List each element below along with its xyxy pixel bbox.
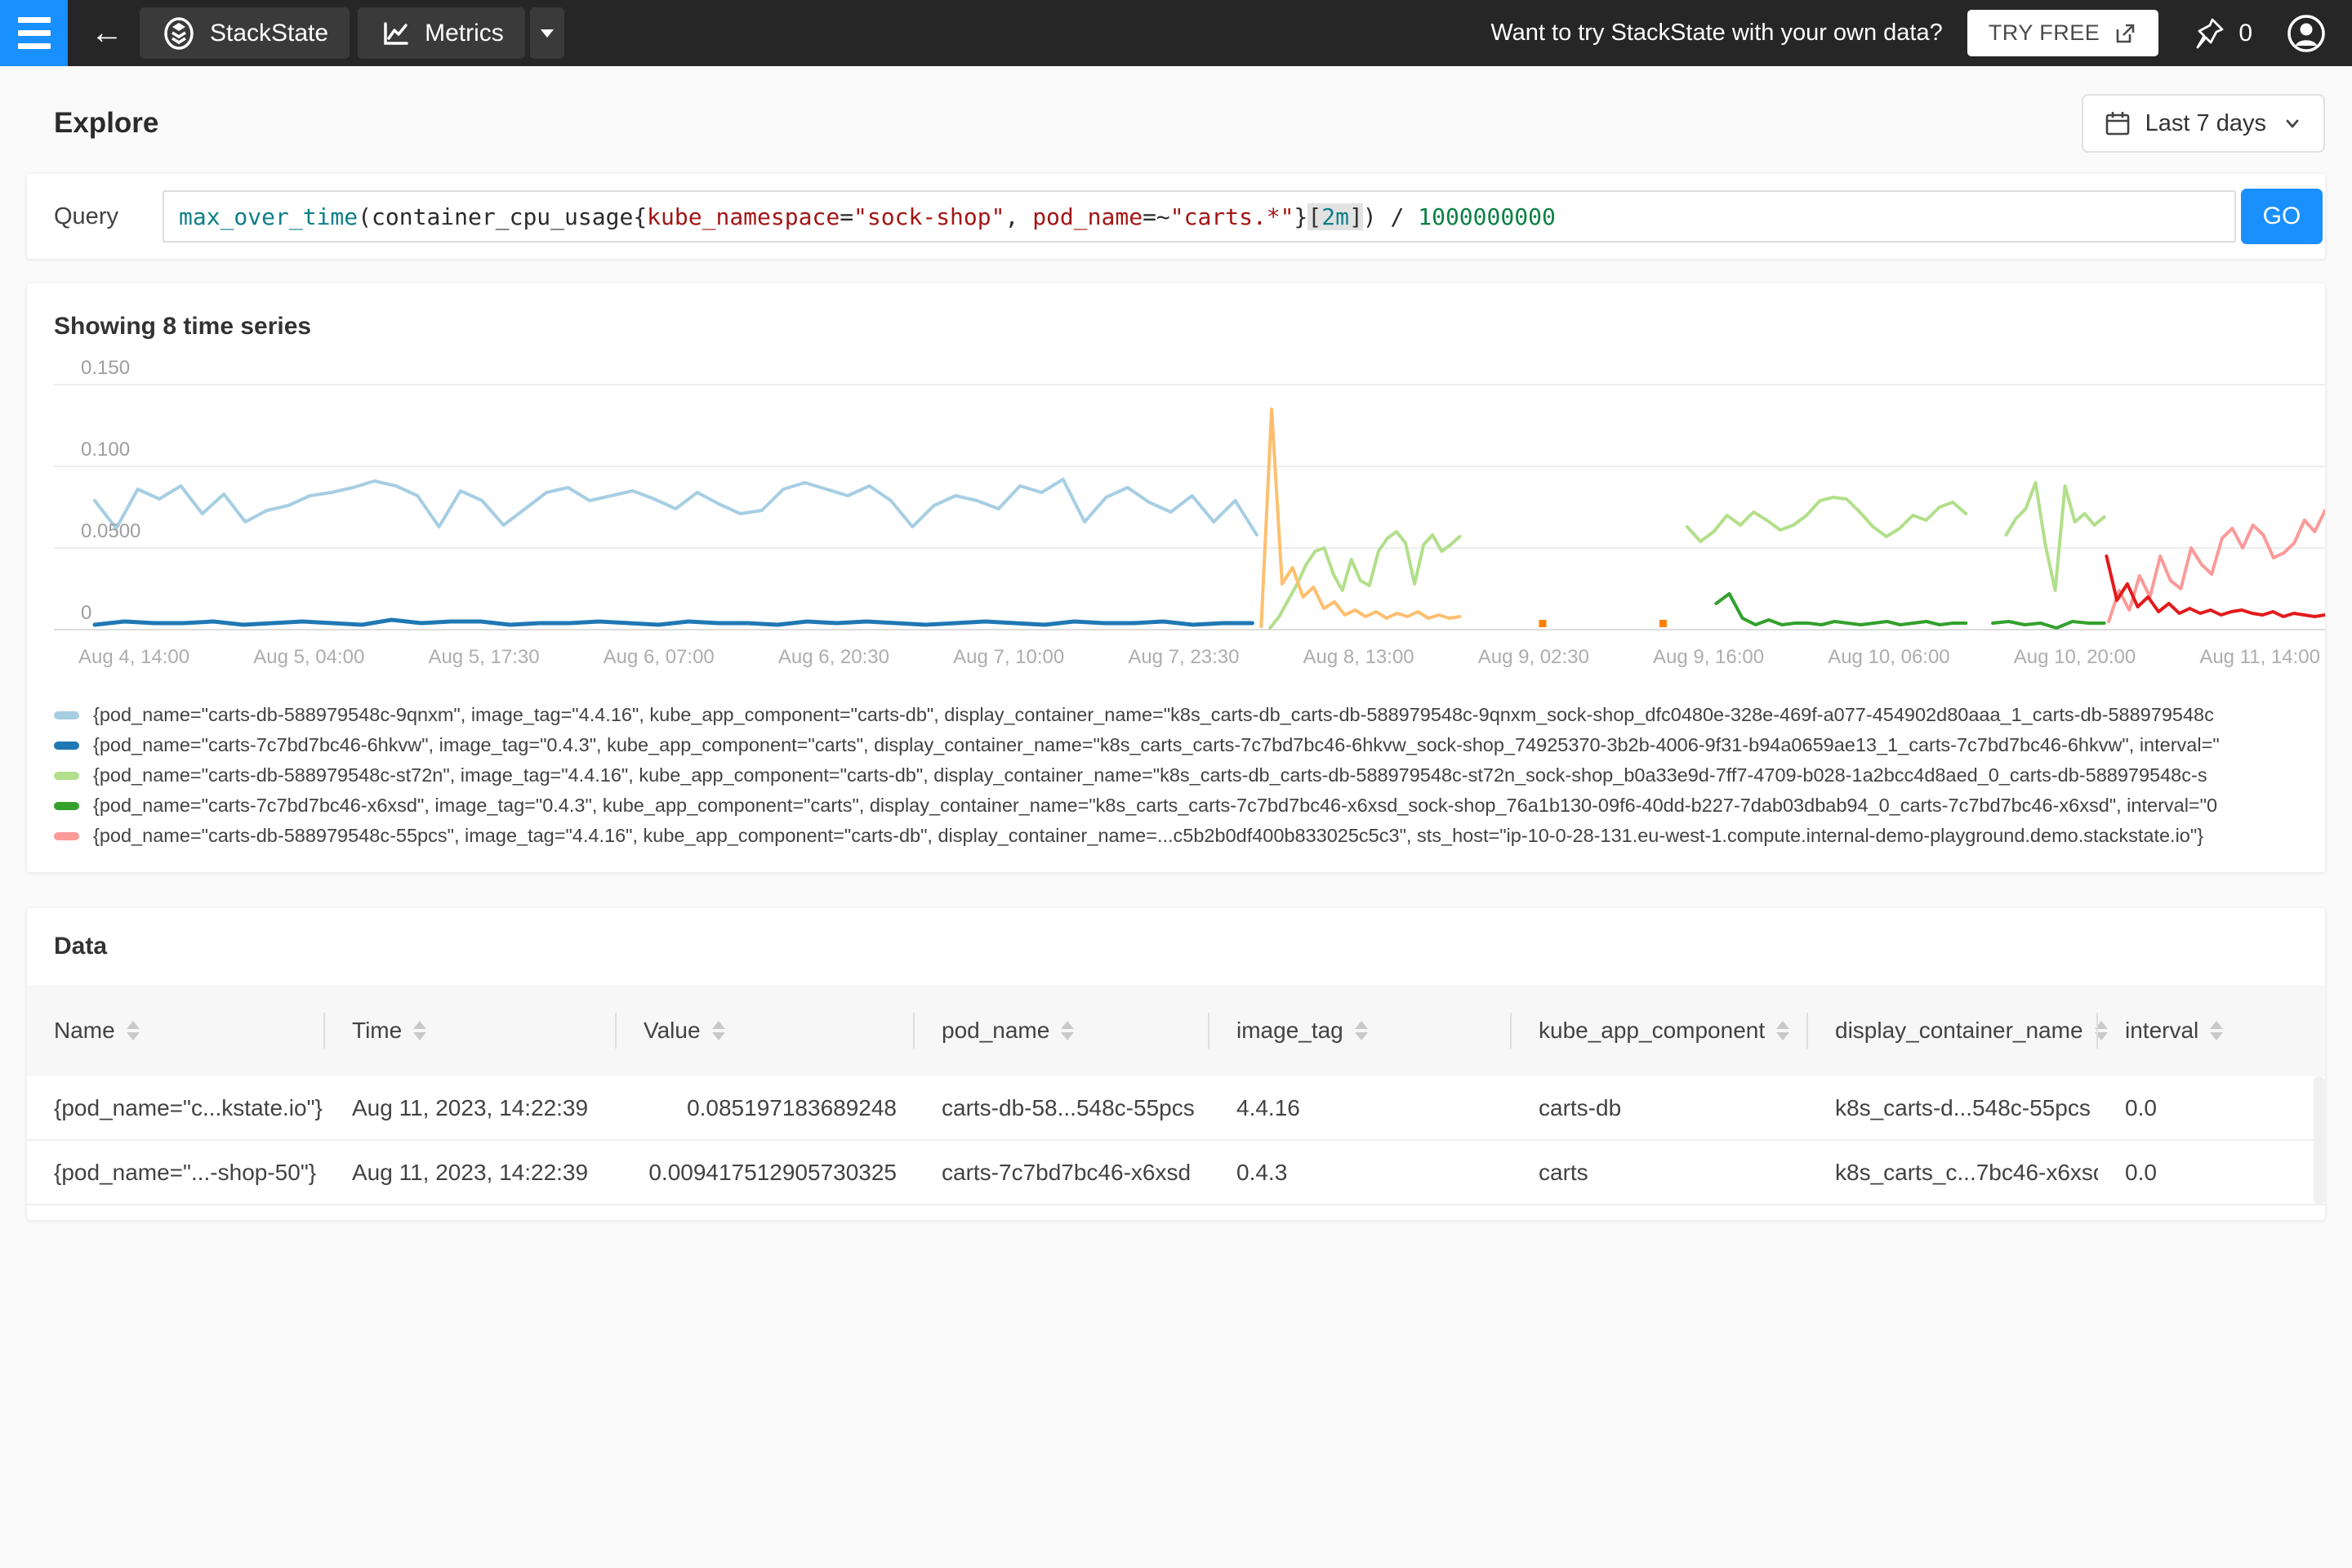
back-arrow-icon: ← (91, 15, 123, 51)
x-axis: Aug 4, 14:00 Aug 5, 04:00 Aug 5, 17:30 A… (54, 646, 2325, 669)
x-axis-tick: Aug 5, 17:30 (428, 646, 540, 668)
top-navbar: ← StackState Metrics Want to try StackSt… (0, 0, 2352, 66)
x-axis-tick: Aug 10, 20:00 (2013, 646, 2136, 668)
external-link-icon (2117, 24, 2135, 42)
legend-label: {pod_name="carts-db-588979548c-55pcs", i… (93, 825, 2204, 846)
y-axis-tick: 0.100 (81, 439, 131, 461)
column-header-time[interactable]: Time (325, 985, 617, 1076)
table-header-row: Name Time Value pod_name image_tag kube_… (27, 985, 2325, 1076)
user-menu-button[interactable] (2285, 12, 2328, 55)
sort-icon[interactable] (126, 1021, 140, 1040)
legend-label: {pod_name="carts-7c7bd7bc46-x6xsd", imag… (93, 795, 2218, 816)
sort-icon[interactable] (1354, 1021, 1368, 1040)
avatar-icon (2287, 14, 2325, 52)
sort-icon[interactable] (711, 1021, 725, 1040)
stackstate-logo-icon (164, 16, 194, 50)
legend-swatch (54, 831, 79, 840)
x-axis-tick: Aug 9, 16:00 (1652, 646, 1765, 668)
promo-text: Want to try StackState with your own dat… (1490, 20, 1943, 46)
pin-icon (2196, 18, 2224, 48)
promql-query-input[interactable]: max_over_time(container_cpu_usage{kube_n… (163, 190, 2236, 243)
x-axis-tick: Aug 6, 20:30 (777, 646, 889, 668)
column-header-display-container-name[interactable]: display_container_name (1808, 985, 2108, 1076)
column-header-kube-app-component[interactable]: kube_app_component (1512, 985, 1808, 1076)
table-row[interactable]: {pod_name="...-shop-50"} Aug 11, 2023, 1… (27, 1141, 2325, 1205)
pinned-items-button[interactable]: 0 (2193, 15, 2252, 52)
caret-down-icon (540, 29, 554, 38)
legend-item[interactable]: {pod_name="carts-db-588979548c-st72n", i… (54, 760, 2298, 791)
time-range-selector[interactable]: Last 7 days (2081, 94, 2325, 153)
chart-legend: {pod_name="carts-db-588979548c-9qnxm", i… (54, 700, 2298, 851)
time-range-label: Last 7 days (2145, 109, 2266, 136)
x-axis-tick: Aug 11, 14:00 (2199, 646, 2320, 668)
legend-swatch (54, 771, 79, 780)
column-header-value[interactable]: Value (617, 985, 915, 1076)
x-axis-tick: Aug 6, 07:00 (603, 646, 715, 668)
data-panel: Data Name Time Value pod_name image_tag … (27, 908, 2325, 1220)
try-free-button[interactable]: TRY FREE (1967, 10, 2159, 56)
sort-icon[interactable] (1061, 1021, 1075, 1040)
x-axis-tick: Aug 7, 10:00 (953, 646, 1065, 668)
sort-icon[interactable] (1776, 1021, 1790, 1040)
data-title: Data (54, 933, 108, 960)
legend-swatch (54, 710, 79, 719)
chevron-down-icon (2286, 119, 2299, 128)
metrics-tab[interactable]: Metrics (358, 7, 525, 59)
query-label: Query (54, 203, 118, 229)
x-axis-tick: Aug 7, 23:30 (1128, 646, 1240, 668)
x-axis-tick: Aug 10, 06:00 (1828, 646, 1950, 668)
legend-item[interactable]: {pod_name="carts-db-588979548c-55pcs", i… (54, 821, 2298, 851)
results-table: Name Time Value pod_name image_tag kube_… (27, 985, 2325, 1205)
hamburger-icon (17, 17, 51, 23)
table-scrollbar[interactable] (2314, 1076, 2325, 1205)
y-axis-tick: 0 (81, 602, 92, 624)
x-axis-tick: Aug 8, 13:00 (1303, 646, 1414, 668)
legend-swatch (54, 741, 79, 750)
hamburger-menu-button[interactable] (0, 0, 68, 66)
y-axis-tick: 0.150 (81, 357, 131, 379)
line-chart-icon (384, 21, 408, 45)
legend-item[interactable]: {pod_name="carts-7c7bd7bc46-x6xsd", imag… (54, 791, 2298, 821)
time-series-chart[interactable]: 0.150 0.100 0.0500 0 (54, 357, 2325, 638)
y-axis-tick: 0.0500 (81, 520, 141, 542)
legend-item[interactable]: {pod_name="carts-db-588979548c-9qnxm", i… (54, 700, 2298, 730)
legend-label: {pod_name="carts-7c7bd7bc46-6hkvw", imag… (93, 734, 2220, 755)
metrics-label: Metrics (425, 19, 504, 47)
chart-title: Showing 8 time series (54, 313, 312, 340)
chart-canvas (54, 384, 2325, 630)
calendar-icon (2105, 112, 2129, 136)
pin-count-badge: 0 (2238, 19, 2252, 47)
x-axis-tick: Aug 5, 04:00 (253, 646, 365, 668)
legend-label: {pod_name="carts-db-588979548c-st72n", i… (93, 764, 2207, 786)
column-header-name[interactable]: Name (27, 985, 325, 1076)
legend-item[interactable]: {pod_name="carts-7c7bd7bc46-6hkvw", imag… (54, 730, 2298, 760)
column-header-interval[interactable]: interval (2098, 985, 2325, 1076)
column-header-image-tag[interactable]: image_tag (1209, 985, 1512, 1076)
view-dropdown-button[interactable] (529, 7, 564, 59)
chart-panel: Showing 8 time series 0.150 0.100 0.0500… (27, 283, 2325, 872)
stackstate-home-button[interactable]: StackState (140, 7, 350, 59)
stackstate-label: StackState (210, 19, 329, 47)
sort-icon[interactable] (413, 1021, 427, 1040)
legend-swatch (54, 801, 79, 810)
table-row[interactable]: {pod_name="c...kstate.io"} Aug 11, 2023,… (27, 1076, 2325, 1141)
legend-label: {pod_name="carts-db-588979548c-9qnxm", i… (93, 704, 2214, 725)
column-header-pod-name[interactable]: pod_name (915, 985, 1209, 1076)
go-button[interactable]: GO (2241, 189, 2323, 244)
x-axis-tick: Aug 4, 14:00 (78, 646, 190, 668)
query-panel: Query max_over_time(container_cpu_usage{… (27, 174, 2325, 259)
x-axis-tick: Aug 9, 02:30 (1477, 646, 1589, 668)
back-button[interactable]: ← (82, 9, 131, 58)
sort-icon[interactable] (2210, 1021, 2224, 1040)
page-title: Explore (54, 107, 159, 139)
